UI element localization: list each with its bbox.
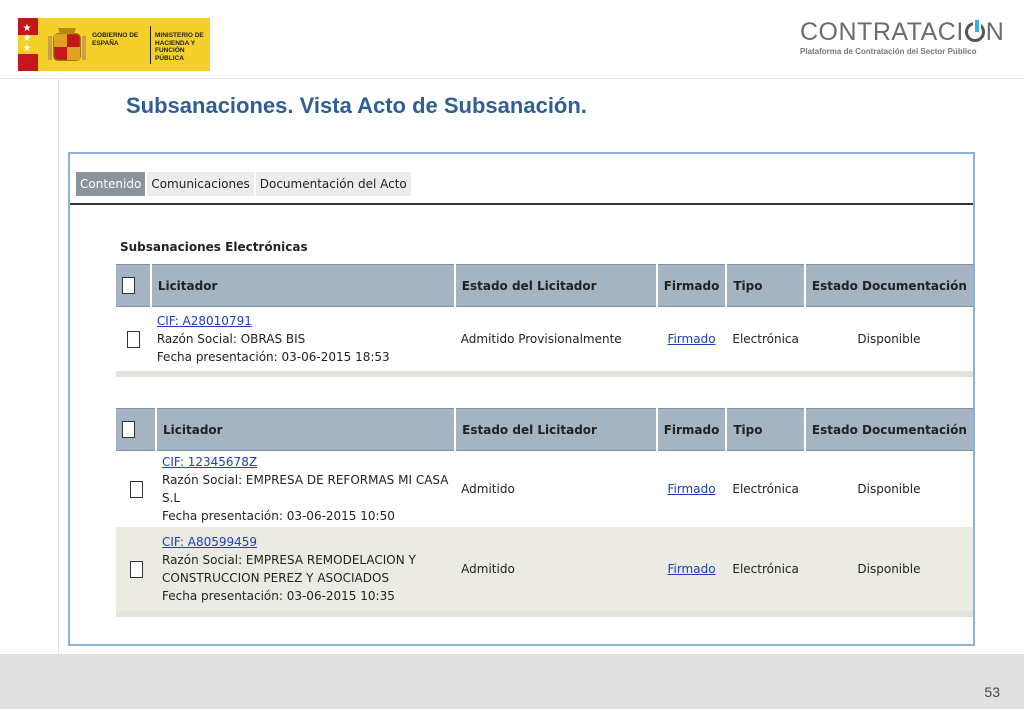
fecha-presentacion: Fecha presentación: 03-06-2015 10:35 [162,589,395,603]
eu-stars-icon: ★ ★ ★ [22,23,32,54]
government-logo: ★ ★ ★ GOBIERNO DE ESPAÑA MINISTERIO DE HAC… [18,18,210,71]
coat-of-arms-icon [48,28,86,61]
firmado-cell: Firmado [656,527,727,611]
section-title: Subsanaciones Electrónicas [120,240,308,254]
divider [150,26,151,64]
table-footer-bar [116,370,973,377]
licitador-cell: CIF: A80599459 Razón Social: EMPRESA REM… [156,527,456,611]
select-all-cell [116,408,157,451]
doc-status-cell: Disponible [857,331,921,346]
cif-link[interactable]: CIF: 12345678Z [162,453,449,471]
row-select-cell [116,307,151,371]
tab-divider [70,203,973,205]
select-all-checkbox[interactable] [122,277,135,294]
subsanaciones-table-1: Licitador Estado del Licitador Firmado T… [116,264,973,377]
col-estado-documentacion[interactable]: Estado Documentación [804,408,973,451]
estado-cell: Admitido [455,527,657,611]
tab-contenido[interactable]: Contenido [76,172,146,196]
row-checkbox[interactable] [129,481,143,498]
fecha-presentacion: Fecha presentación: 03-06-2015 18:53 [156,349,390,364]
page-title: Subsanaciones. Vista Acto de Subsanación… [126,93,587,118]
table-row: CIF: A80599459 Razón Social: EMPRESA REM… [116,527,973,611]
select-all-checkbox[interactable] [122,421,135,438]
header-divider [0,78,1024,79]
gov-text: GOBIERNO DE ESPAÑA [92,32,139,47]
ministry-text: MINISTERIO DE HACIENDA Y FUNCIÓN PÚBLICA [155,32,204,62]
doc-status-cell: Disponible [804,527,973,611]
subsanaciones-table-2: Licitador Estado del Licitador Firmado T… [116,408,973,617]
brand-title-part: CONTRATACI [800,18,964,46]
col-licitador[interactable]: Licitador [150,264,456,307]
estado-cell: Admitido [461,482,515,496]
col-tipo[interactable]: Tipo [726,408,806,451]
row-checkbox[interactable] [126,330,140,348]
select-all-cell [116,264,152,307]
col-firmado[interactable]: Firmado [656,408,728,451]
col-estado-documentacion[interactable]: Estado Documentación [804,264,973,307]
firmado-link[interactable]: Firmado [667,562,715,576]
brand-title: CONTRATACI N [800,18,1010,46]
doc-status-cell: Disponible [857,482,921,496]
razon-social: Razón Social: EMPRESA DE REFORMAS MI CAS… [162,473,449,505]
col-tipo[interactable]: Tipo [726,264,806,307]
cif-link[interactable]: CIF: A80599459 [162,533,449,551]
col-firmado[interactable]: Firmado [656,264,728,307]
cif-link[interactable]: CIF: A28010791 [157,312,449,330]
razon-social: Razón Social: OBRAS BIS [156,331,306,346]
razon-social-cont: CONSTRUCCION PEREZ Y ASOCIADOS [162,571,390,585]
slide-footer: 53 [0,654,1024,709]
tab-documentacion-acto[interactable]: Documentación del Acto [255,172,411,196]
estado-cell: Admitido Provisionalmente [460,331,622,346]
row-select-cell [116,451,156,528]
razon-social: Razón Social: EMPRESA REMODELACION Y [162,553,416,567]
row-checkbox[interactable] [129,561,143,578]
licitador-cell: CIF: 12345678Z Razón Social: EMPRESA DE … [156,451,455,528]
brand-title-part: N [985,18,1005,46]
power-icon [964,18,985,42]
row-select-cell [116,527,156,611]
tab-bar: Contenido Comunicaciones Documentación d… [76,172,411,196]
tipo-cell: Electrónica [732,482,799,496]
contratacion-brand: CONTRATACI N Plataforma de Contratación d… [800,18,1010,56]
col-licitador[interactable]: Licitador [156,408,457,451]
tipo-cell: Electrónica [726,527,805,611]
firmado-cell: Firmado [657,307,727,371]
table-header-row: Licitador Estado del Licitador Firmado T… [116,264,973,307]
brand-subtitle: Plataforma de Contratación del Sector Pú… [800,47,977,56]
table-row: CIF: 12345678Z Razón Social: EMPRESA DE … [116,451,973,528]
firmado-link[interactable]: Firmado [667,482,715,496]
screenshot-frame: Contenido Comunicaciones Documentación d… [68,152,975,646]
table-row: CIF: A28010791 Razón Social: OBRAS BIS F… [116,307,973,371]
tab-comunicaciones[interactable]: Comunicaciones [147,172,254,196]
fecha-presentacion: Fecha presentación: 03-06-2015 10:50 [162,509,395,523]
col-estado-licitador[interactable]: Estado del Licitador [454,264,658,307]
firmado-cell: Firmado [657,451,727,528]
col-estado-licitador[interactable]: Estado del Licitador [455,408,658,451]
tipo-cell: Electrónica [732,331,799,346]
firmado-link[interactable]: Firmado [667,332,715,346]
page-number: 53 [984,684,1000,700]
licitador-cell: CIF: A28010791 Razón Social: OBRAS BIS F… [151,307,455,371]
left-margin-rule [58,79,59,654]
table-header-row: Licitador Estado del Licitador Firmado T… [116,408,973,451]
table-footer-bar [116,611,973,617]
